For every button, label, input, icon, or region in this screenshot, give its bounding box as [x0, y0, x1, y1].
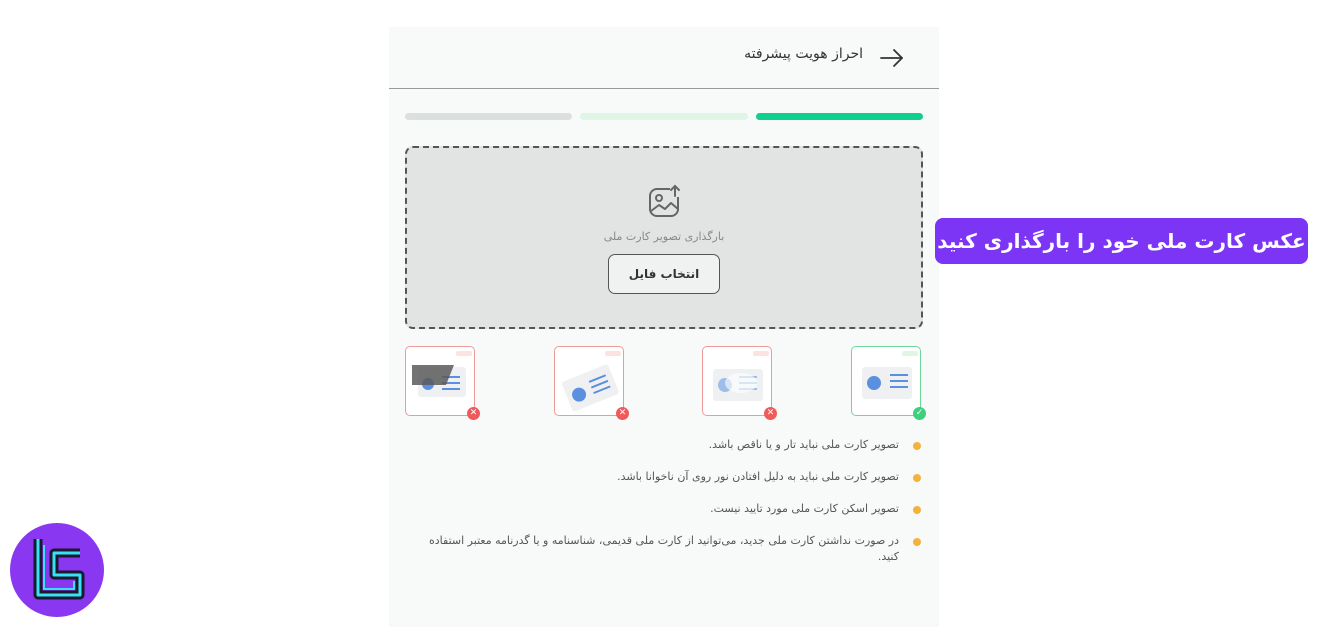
progress-steps [405, 113, 923, 121]
sample-card-partial: ✕ [405, 346, 480, 420]
list-item: در صورت نداشتن کارت ملی جدید، می‌توانید … [425, 533, 925, 565]
rules-list: تصویر کارت ملی نباید تار و یا ناقص باشد.… [425, 437, 925, 581]
instruction-callout: عکس کارت ملی خود را بارگذاری کنید [935, 218, 1308, 264]
progress-step-1 [756, 113, 923, 120]
invalid-badge-icon: ✕ [467, 407, 480, 420]
progress-step-2 [580, 113, 748, 120]
rule-text: تصویر کارت ملی نباید تار و یا ناقص باشد. [708, 438, 899, 451]
sample-card-tilted: ✕ [554, 346, 629, 420]
bullet-icon [913, 474, 921, 482]
upload-dropzone[interactable]: بارگذاری تصویر کارت ملی انتخاب فایل [405, 146, 923, 329]
sample-card-glare: ✕ [702, 346, 777, 420]
valid-badge-icon: ✓ [913, 407, 926, 420]
bullet-icon [913, 538, 921, 546]
sample-card-valid: ✓ [851, 346, 926, 420]
rule-text: تصویر کارت ملی نباید به دلیل افتادن نور … [617, 470, 899, 483]
progress-step-3 [405, 113, 572, 120]
invalid-badge-icon: ✕ [616, 407, 629, 420]
list-item: تصویر کارت ملی نباید تار و یا ناقص باشد. [425, 437, 925, 453]
verification-panel: احراز هویت پیشرفته بارگذاری تصویر کارت م… [389, 27, 939, 627]
list-item: تصویر کارت ملی نباید به دلیل افتادن نور … [425, 469, 925, 485]
rule-text: تصویر اسکن کارت ملی مورد تایید نیست. [710, 502, 899, 515]
upload-label: بارگذاری تصویر کارت ملی [603, 230, 725, 243]
bullet-icon [913, 442, 921, 450]
image-upload-icon [649, 184, 682, 217]
page-header: احراز هویت پیشرفته [389, 27, 939, 89]
page-title: احراز هویت پیشرفته [744, 46, 863, 62]
rule-text: در صورت نداشتن کارت ملی جدید، می‌توانید … [429, 534, 899, 563]
list-item: تصویر اسکن کارت ملی مورد تایید نیست. [425, 501, 925, 517]
brand-logo-icon [10, 523, 104, 617]
bullet-icon [913, 506, 921, 514]
invalid-badge-icon: ✕ [764, 407, 777, 420]
choose-file-button[interactable]: انتخاب فایل [608, 254, 720, 294]
arrow-right-icon[interactable] [879, 45, 905, 71]
